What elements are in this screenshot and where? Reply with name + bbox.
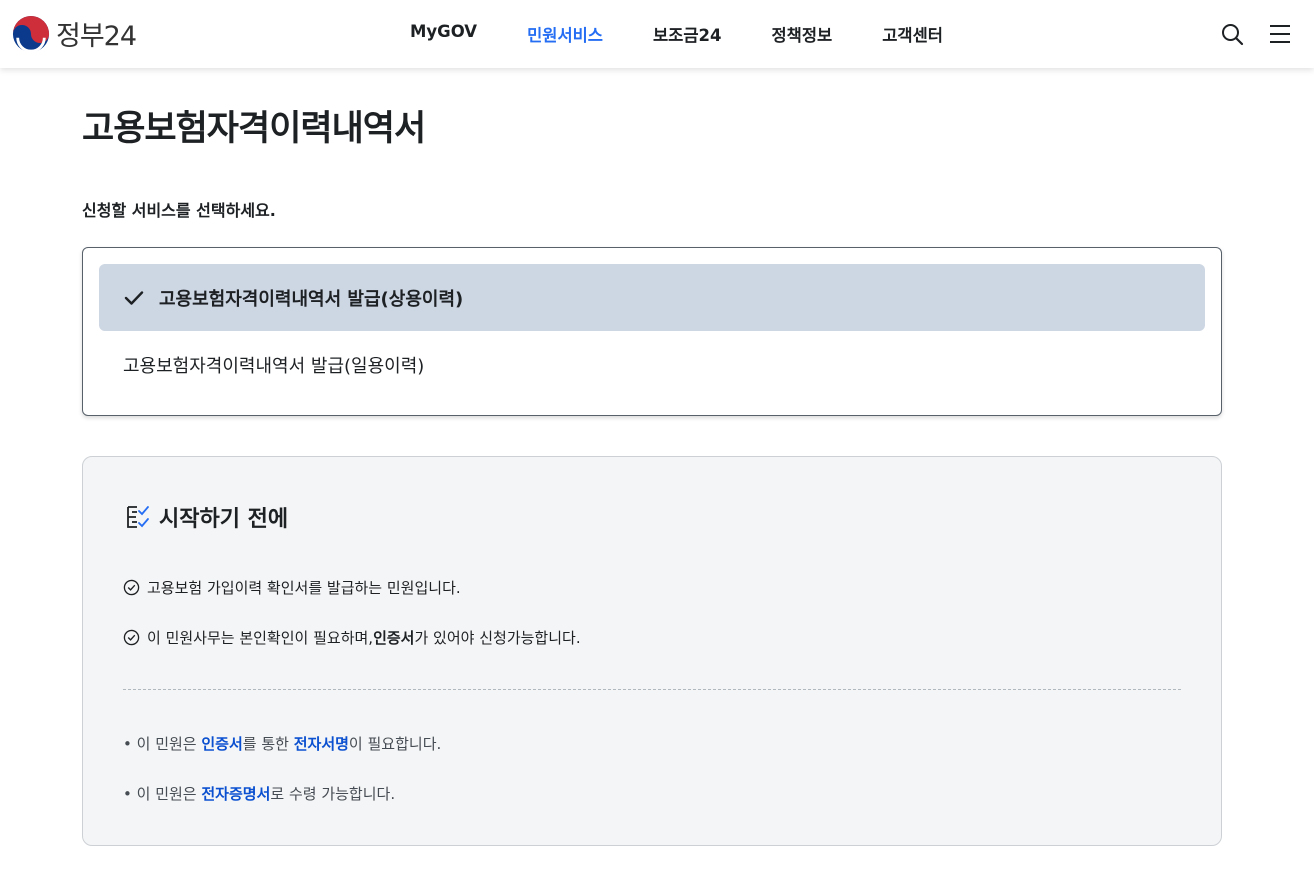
page-title: 고용보험자격이력내역서	[82, 109, 426, 149]
circle-check-icon	[123, 579, 140, 596]
taegeuk-logo-icon	[12, 15, 50, 53]
hamburger-menu-icon[interactable]	[1268, 22, 1292, 46]
service-select-box: 고용보험자격이력내역서 발급(상용이력) 고용보험자격이력내역서 발급(일용이력…	[82, 247, 1222, 416]
service-option-daily-label: 고용보험자격이력내역서 발급(일용이력)	[123, 355, 425, 377]
checkmark-icon	[124, 290, 144, 305]
note-1: • 이 민원은 인증서를 통한 전자서명이 필요합니다.	[123, 733, 441, 754]
select-prompt: 신청할 서비스를 선택하세요.	[82, 201, 276, 220]
before-start-title: 시작하기 전에	[159, 507, 289, 532]
circle-check-icon	[123, 629, 140, 646]
bullet: •	[123, 785, 137, 803]
note-2-post: 로 수령 가능합니다.	[270, 785, 396, 803]
service-option-regular[interactable]: 고용보험자격이력내역서 발급(상용이력)	[99, 264, 1205, 331]
note-1-mid: 를 통한	[242, 735, 294, 753]
main-nav: MyGOV 민원서비스 보조금24 정책정보 고객센터	[410, 22, 993, 46]
service-option-regular-label: 고용보험자격이력내역서 발급(상용이력)	[159, 288, 464, 310]
service-option-daily[interactable]: 고용보험자격이력내역서 발급(일용이력)	[99, 331, 1205, 398]
before-start-box: 시작하기 전에 고용보험 가입이력 확인서를 발급하는 민원입니다. 이 민원사…	[82, 456, 1222, 846]
note-2: • 이 민원은 전자증명서로 수령 가능합니다.	[123, 783, 395, 804]
note-1-pre: 이 민원은	[136, 735, 202, 753]
note-1-hl-esign: 전자서명	[293, 735, 349, 753]
info-line-1-text: 고용보험 가입이력 확인서를 발급하는 민원입니다.	[147, 579, 461, 597]
note-2-hl-edoc: 전자증명서	[201, 785, 271, 803]
nav-policy-info[interactable]: 정책정보	[772, 22, 833, 46]
nav-mygov[interactable]: MyGOV	[410, 22, 477, 46]
nav-subsidy24[interactable]: 보조금24	[653, 22, 722, 46]
note-2-pre: 이 민원은	[136, 785, 202, 803]
bullet: •	[123, 735, 137, 753]
dashed-divider	[123, 689, 1181, 690]
info-line-2-pre: 이 민원사무는 본인확인이 필요하며,	[147, 629, 374, 647]
note-1-hl-cert: 인증서	[201, 735, 243, 753]
info-line-2-bold: 인증서	[373, 629, 415, 647]
info-line-1: 고용보험 가입이력 확인서를 발급하는 민원입니다.	[123, 577, 461, 598]
before-start-header: 시작하기 전에	[125, 501, 288, 533]
nav-civil-service[interactable]: 민원서비스	[527, 22, 603, 46]
site-header: 정부24 MyGOV 민원서비스 보조금24 정책정보 고객센터	[0, 0, 1314, 68]
info-line-2: 이 민원사무는 본인확인이 필요하며, 인증서 가 있어야 신청가능합니다.	[123, 627, 581, 648]
nav-customer-center[interactable]: 고객센터	[882, 22, 943, 46]
note-1-post: 이 필요합니다.	[348, 735, 442, 753]
logo-text: 정부24	[56, 21, 137, 52]
info-line-2-post: 가 있어야 신청가능합니다.	[414, 629, 581, 647]
checklist-icon	[127, 506, 149, 528]
gov24-logo[interactable]: 정부24	[12, 14, 137, 53]
search-icon[interactable]	[1220, 22, 1244, 46]
